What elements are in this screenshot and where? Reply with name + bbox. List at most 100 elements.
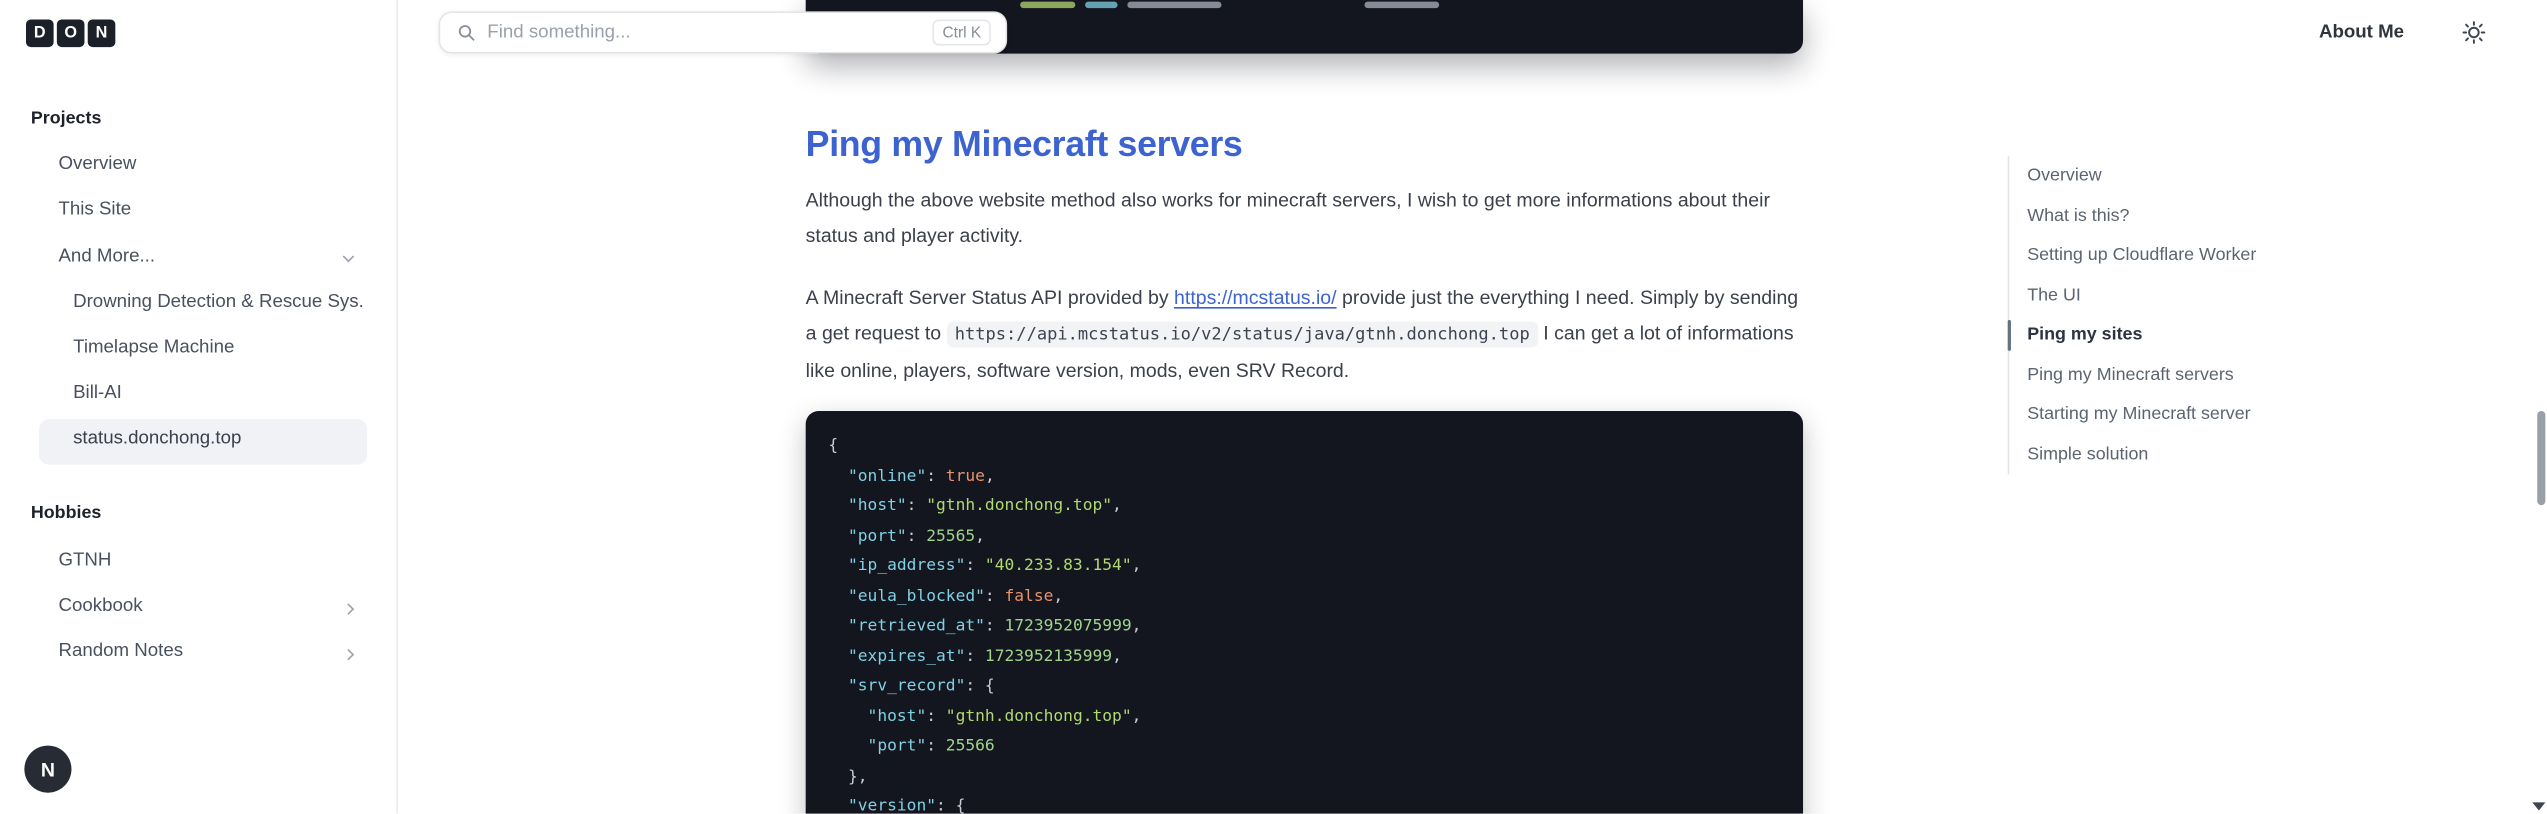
code-line: "expires_at": 1723952135999, [828, 642, 1780, 672]
sidebar-section-projects: ProjectsOverviewThis SiteAnd More...Drow… [0, 109, 396, 465]
code-line: "host": "gtnh.donchong.top", [828, 492, 1780, 522]
code-token: : [907, 527, 927, 545]
code-token [828, 737, 867, 755]
article: Ping my Minecraft servers Although the a… [806, 0, 1803, 814]
code-token [828, 677, 848, 695]
code-token [828, 587, 848, 605]
code-token [828, 467, 848, 485]
code-token: : [926, 467, 946, 485]
outline-item-simple-solution[interactable]: Simple solution [2027, 435, 2349, 475]
sidebar-item-cookbook[interactable]: Cookbook [0, 586, 396, 632]
code-token: "gtnh.donchong.top" [946, 707, 1132, 725]
code-token: "online" [848, 467, 926, 485]
search-placeholder: Find something... [487, 23, 932, 42]
code-token: "host" [868, 707, 927, 725]
logo-letter: D [26, 19, 54, 47]
code-token: "eula_blocked" [848, 587, 985, 605]
code-token: , [1132, 617, 1142, 635]
theme-toggle-sun-icon[interactable] [2461, 19, 2487, 45]
about-me-link[interactable]: About Me [2319, 23, 2404, 42]
site-logo[interactable]: D O N [0, 0, 396, 47]
code-token [828, 647, 848, 665]
code-token: , [1112, 647, 1122, 665]
sidebar-item-label: GTNH [58, 550, 111, 570]
code-token [828, 707, 867, 725]
sidebar-item-this-site[interactable]: This Site [0, 190, 396, 236]
code-line: "srv_record": { [828, 672, 1780, 702]
sidebar-item-bill-ai[interactable]: Bill-AI [0, 374, 396, 420]
code-token: , [1053, 587, 1063, 605]
outline-item-the-ui[interactable]: The UI [2027, 275, 2349, 315]
code-token: 25565 [926, 527, 975, 545]
search-input[interactable]: Find something... Ctrl K [439, 11, 1008, 53]
code-token: "srv_record" [848, 677, 965, 695]
logo-letter: N [88, 19, 116, 47]
sidebar-section-hobbies: HobbiesGTNHCookbookRandom Notes [0, 504, 396, 677]
code-token [828, 497, 848, 515]
outline-item-overview[interactable]: Overview [2027, 156, 2349, 196]
json-code-block: { "online": true, "host": "gtnh.donchong… [806, 411, 1803, 814]
sidebar-item-status-donchong-top[interactable]: status.donchong.top [39, 419, 367, 465]
code-token [828, 527, 848, 545]
search-shortcut-badge: Ctrl K [933, 19, 991, 45]
code-token: , [1112, 497, 1122, 515]
sidebar-item-random-notes[interactable]: Random Notes [0, 631, 396, 677]
code-fragment [1020, 2, 1075, 8]
chevron-right-icon [343, 649, 354, 660]
code-token: "port" [848, 527, 907, 545]
code-token: "version" [848, 798, 936, 814]
code-token: : [965, 647, 985, 665]
code-token: { [828, 437, 838, 455]
page-title: Ping my Minecraft servers [806, 122, 1803, 166]
sidebar-item-label: This Site [58, 200, 131, 220]
sidebar-item-gtnh[interactable]: GTNH [0, 540, 396, 586]
sidebar-item-and-more[interactable]: And More... [0, 236, 396, 282]
text-run: A Minecraft Server Status API provided b… [806, 286, 1174, 309]
code-token: true [946, 467, 985, 485]
scrollbar-down-arrow-icon[interactable] [2532, 802, 2545, 810]
code-token: "port" [868, 737, 927, 755]
code-token: { [985, 677, 995, 695]
code-token: "retrieved_at" [848, 617, 985, 635]
code-token: "expires_at" [848, 647, 965, 665]
code-line: "port": 25565, [828, 522, 1780, 552]
code-line: "port": 25566 [828, 733, 1780, 763]
code-token: : [985, 587, 1005, 605]
code-token: "40.233.83.154" [985, 557, 1132, 575]
sidebar-item-timelapse-machine[interactable]: Timelapse Machine [0, 328, 396, 374]
sidebar-sections: ProjectsOverviewThis SiteAnd More...Drow… [0, 109, 396, 677]
code-line: "retrieved_at": 1723952075999, [828, 612, 1780, 642]
outline-item-setting-up-cloudflare-worker[interactable]: Setting up Cloudflare Worker [2027, 236, 2349, 276]
code-fragment [1364, 2, 1439, 8]
code-token: , [975, 527, 985, 545]
code-line: "host": "gtnh.donchong.top", [828, 703, 1780, 733]
inline-code: https://api.mcstatus.io/v2/status/java/g… [947, 322, 1538, 348]
code-line: "ip_address": "40.233.83.154", [828, 552, 1780, 582]
page-outline: OverviewWhat is this?Setting up Cloudfla… [2008, 156, 2349, 474]
user-avatar[interactable]: N [24, 746, 71, 793]
code-token: "gtnh.donchong.top" [926, 497, 1112, 515]
sidebar-item-label: Bill-AI [73, 384, 122, 404]
outline-item-what-is-this[interactable]: What is this? [2027, 196, 2349, 236]
outline-item-ping-my-sites[interactable]: Ping my sites [2027, 315, 2349, 355]
code-line: }, [828, 763, 1780, 793]
code-token: : [926, 737, 946, 755]
sidebar-item-overview[interactable]: Overview [0, 145, 396, 191]
sidebar-item-label: Overview [58, 155, 136, 175]
outline-item-starting-my-minecraft-server[interactable]: Starting my Minecraft server [2027, 395, 2349, 435]
logo-letter: O [57, 19, 85, 47]
scrollbar-thumb[interactable] [2537, 411, 2545, 505]
mcstatus-link[interactable]: https://mcstatus.io/ [1174, 286, 1337, 309]
code-line: "online": true, [828, 462, 1780, 492]
code-token: false [1004, 587, 1053, 605]
sidebar-item-label: And More... [58, 246, 155, 266]
code-token [828, 617, 848, 635]
outline-item-ping-my-minecraft-servers[interactable]: Ping my Minecraft servers [2027, 355, 2349, 395]
sidebar-item-label: Drowning Detection & Rescue Sys... [73, 292, 365, 312]
code-block-content: { "online": true, "host": "gtnh.donchong… [828, 432, 1780, 814]
code-token: 25566 [946, 737, 995, 755]
code-token: 1723952075999 [1004, 617, 1131, 635]
sidebar-item-label: Cookbook [58, 596, 142, 616]
code-fragment [1085, 2, 1117, 8]
sidebar-item-drowning-detection-rescue-sys[interactable]: Drowning Detection & Rescue Sys... [0, 282, 396, 328]
